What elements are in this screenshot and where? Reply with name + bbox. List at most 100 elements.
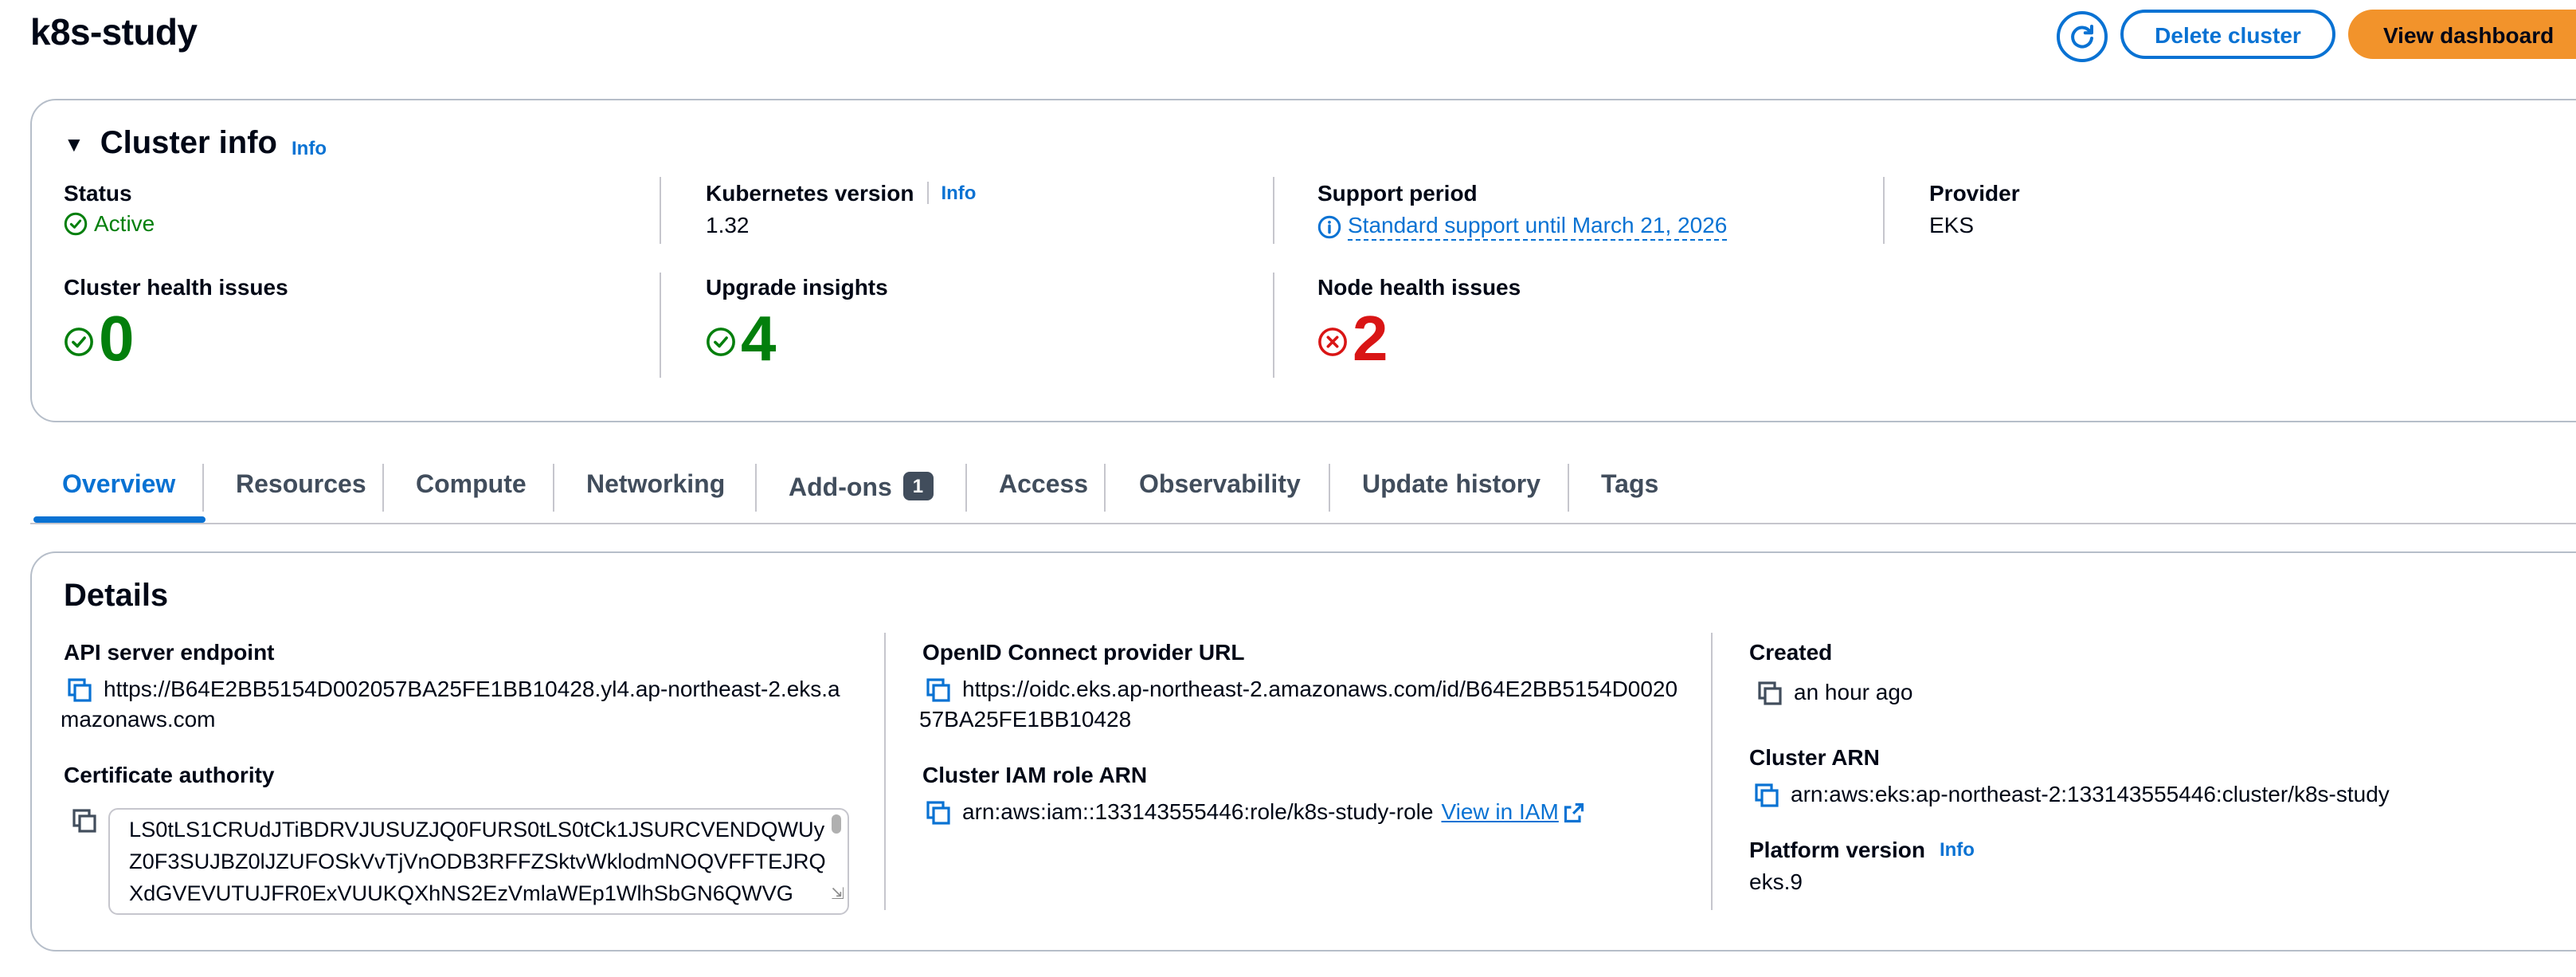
active-tab-indicator <box>33 516 206 523</box>
divider <box>382 464 384 512</box>
delete-cluster-button[interactable]: Delete cluster <box>2120 10 2335 59</box>
tab-access[interactable]: Access <box>999 472 1088 500</box>
cluster-arn-field: Cluster ARN arn:aws:eks:ap-northeast-2:1… <box>1749 744 2390 810</box>
tab-bar-border <box>30 523 2576 524</box>
divider <box>553 464 554 512</box>
status-value: Active <box>94 210 155 236</box>
cluster-iam-role-label: Cluster IAM role ARN <box>922 762 1148 787</box>
kubernetes-version-info-link[interactable]: Info <box>941 182 976 204</box>
upgrade-insights-label: Upgrade insights <box>706 274 888 300</box>
cluster-info-heading: Cluster info <box>100 126 277 161</box>
certificate-authority-label: Certificate authority <box>64 762 275 787</box>
copy-icon[interactable] <box>1757 680 1783 705</box>
created-field: Created an hour ago <box>1749 639 1912 708</box>
upgrade-insights-count[interactable]: 4 <box>741 308 777 371</box>
divider <box>884 633 886 910</box>
details-heading: Details <box>64 579 169 614</box>
tab-update-history[interactable]: Update history <box>1362 472 1541 500</box>
view-dashboard-button[interactable]: View dashboard <box>2348 10 2576 59</box>
tab-overview[interactable]: Overview <box>62 472 175 500</box>
details-panel: Details API server endpoint https://B64E… <box>30 551 2576 951</box>
tab-add-ons-label: Add-ons <box>789 475 892 502</box>
divider <box>1883 177 1885 244</box>
divider <box>1568 464 1569 512</box>
divider <box>660 177 661 244</box>
cluster-arn-label: Cluster ARN <box>1749 744 1880 770</box>
external-link-icon[interactable] <box>1564 801 1586 823</box>
support-period-label: Support period <box>1317 180 1478 206</box>
api-server-endpoint-label: API server endpoint <box>64 639 275 665</box>
kubernetes-version-label: Kubernetes version <box>706 180 914 206</box>
resize-handle-icon[interactable]: ⇲ <box>831 880 844 912</box>
created-label: Created <box>1749 639 1833 665</box>
provider-field: Provider EKS <box>1929 180 2020 237</box>
copy-icon[interactable] <box>926 799 951 825</box>
kubernetes-version-field: Kubernetes version Info 1.32 <box>706 180 976 237</box>
support-period-field: Support period Standard support until Ma… <box>1317 180 1728 241</box>
certificate-authority-value: LS0tLS1CRUdJTiBDRVJUSUZJQ0FURS0tLS0tCk1J… <box>129 818 826 905</box>
cluster-health-label: Cluster health issues <box>64 274 288 300</box>
textarea-scrollbar[interactable] <box>832 814 841 834</box>
divider <box>965 464 967 512</box>
eks-cluster-page: k8s-study Delete cluster View dashboard … <box>0 0 2576 977</box>
divider <box>1273 273 1274 378</box>
cluster-health-count[interactable]: 0 <box>99 308 135 371</box>
api-server-endpoint-value: https://B64E2BB5154D002057BA25FE1BB10428… <box>61 676 840 732</box>
tab-add-ons[interactable]: Add-ons 1 <box>789 472 934 504</box>
tab-networking[interactable]: Networking <box>586 472 725 500</box>
certificate-authority-textarea[interactable]: LS0tLS1CRUdJTiBDRVJUSUZJQ0FURS0tLS0tCk1J… <box>108 808 849 915</box>
check-circle-icon <box>707 327 735 355</box>
cluster-info-info-link[interactable]: Info <box>292 137 327 159</box>
error-circle-icon <box>1318 327 1347 355</box>
platform-version-value: eks.9 <box>1749 869 1803 894</box>
tab-compute[interactable]: Compute <box>416 472 527 500</box>
refresh-button[interactable] <box>2057 11 2108 62</box>
divider <box>1273 177 1274 244</box>
provider-label: Provider <box>1929 180 2020 206</box>
divider <box>755 464 757 512</box>
tab-bar: Overview Resources Compute Networking Ad… <box>30 453 2576 524</box>
divider <box>926 182 929 204</box>
created-value: an hour ago <box>1794 679 1913 704</box>
divider <box>1711 633 1713 910</box>
node-health-label: Node health issues <box>1317 274 1521 300</box>
cluster-health-field: Cluster health issues 0 <box>64 274 288 371</box>
copy-icon[interactable] <box>72 808 97 834</box>
oidc-provider-url-field: OpenID Connect provider URL https://oidc… <box>919 639 1687 735</box>
copy-icon[interactable] <box>1754 782 1779 807</box>
info-circle-icon <box>1317 214 1341 238</box>
platform-version-info-link[interactable]: Info <box>1940 838 1975 861</box>
upgrade-insights-field: Upgrade insights 4 <box>706 274 888 371</box>
provider-value: EKS <box>1929 212 1975 237</box>
cluster-info-header[interactable]: ▼ Cluster info Info <box>64 126 327 163</box>
page-title: k8s-study <box>30 11 198 53</box>
add-ons-count-badge: 1 <box>902 472 934 500</box>
divider <box>1329 464 1330 512</box>
certificate-authority-field: Certificate authority <box>64 762 275 787</box>
api-server-endpoint-field: API server endpoint https://B64E2BB5154D… <box>61 639 844 735</box>
oidc-provider-url-label: OpenID Connect provider URL <box>922 639 1245 665</box>
cluster-arn-value: arn:aws:eks:ap-northeast-2:133143555446:… <box>1791 781 2390 806</box>
tab-tags[interactable]: Tags <box>1601 472 1658 500</box>
platform-version-label: Platform version <box>1749 837 1925 862</box>
node-health-field: Node health issues 2 <box>1317 274 1521 371</box>
node-health-count[interactable]: 2 <box>1353 308 1388 371</box>
view-in-iam-link[interactable]: View in IAM <box>1441 797 1558 827</box>
divider <box>202 464 204 512</box>
check-circle-icon <box>64 211 88 235</box>
oidc-provider-url-value: https://oidc.eks.ap-northeast-2.amazonaw… <box>919 676 1678 732</box>
tab-observability[interactable]: Observability <box>1139 472 1301 500</box>
check-circle-icon <box>65 327 93 355</box>
cluster-iam-role-field: Cluster IAM role ARN arn:aws:iam::133143… <box>922 762 1687 827</box>
status-label: Status <box>64 180 132 206</box>
kubernetes-version-value: 1.32 <box>706 212 750 237</box>
cluster-info-panel: ▼ Cluster info Info Status Active Kubern… <box>30 99 2576 422</box>
status-field: Status Active <box>64 180 155 236</box>
support-period-link[interactable]: Standard support until March 21, 2026 <box>1348 212 1728 241</box>
cluster-iam-role-value: arn:aws:iam::133143555446:role/k8s-study… <box>962 798 1434 824</box>
caret-down-icon[interactable]: ▼ <box>64 132 84 156</box>
divider <box>660 273 661 378</box>
platform-version-field: Platform version Info eks.9 <box>1749 837 1975 894</box>
tab-resources[interactable]: Resources <box>236 472 366 500</box>
divider <box>1104 464 1106 512</box>
